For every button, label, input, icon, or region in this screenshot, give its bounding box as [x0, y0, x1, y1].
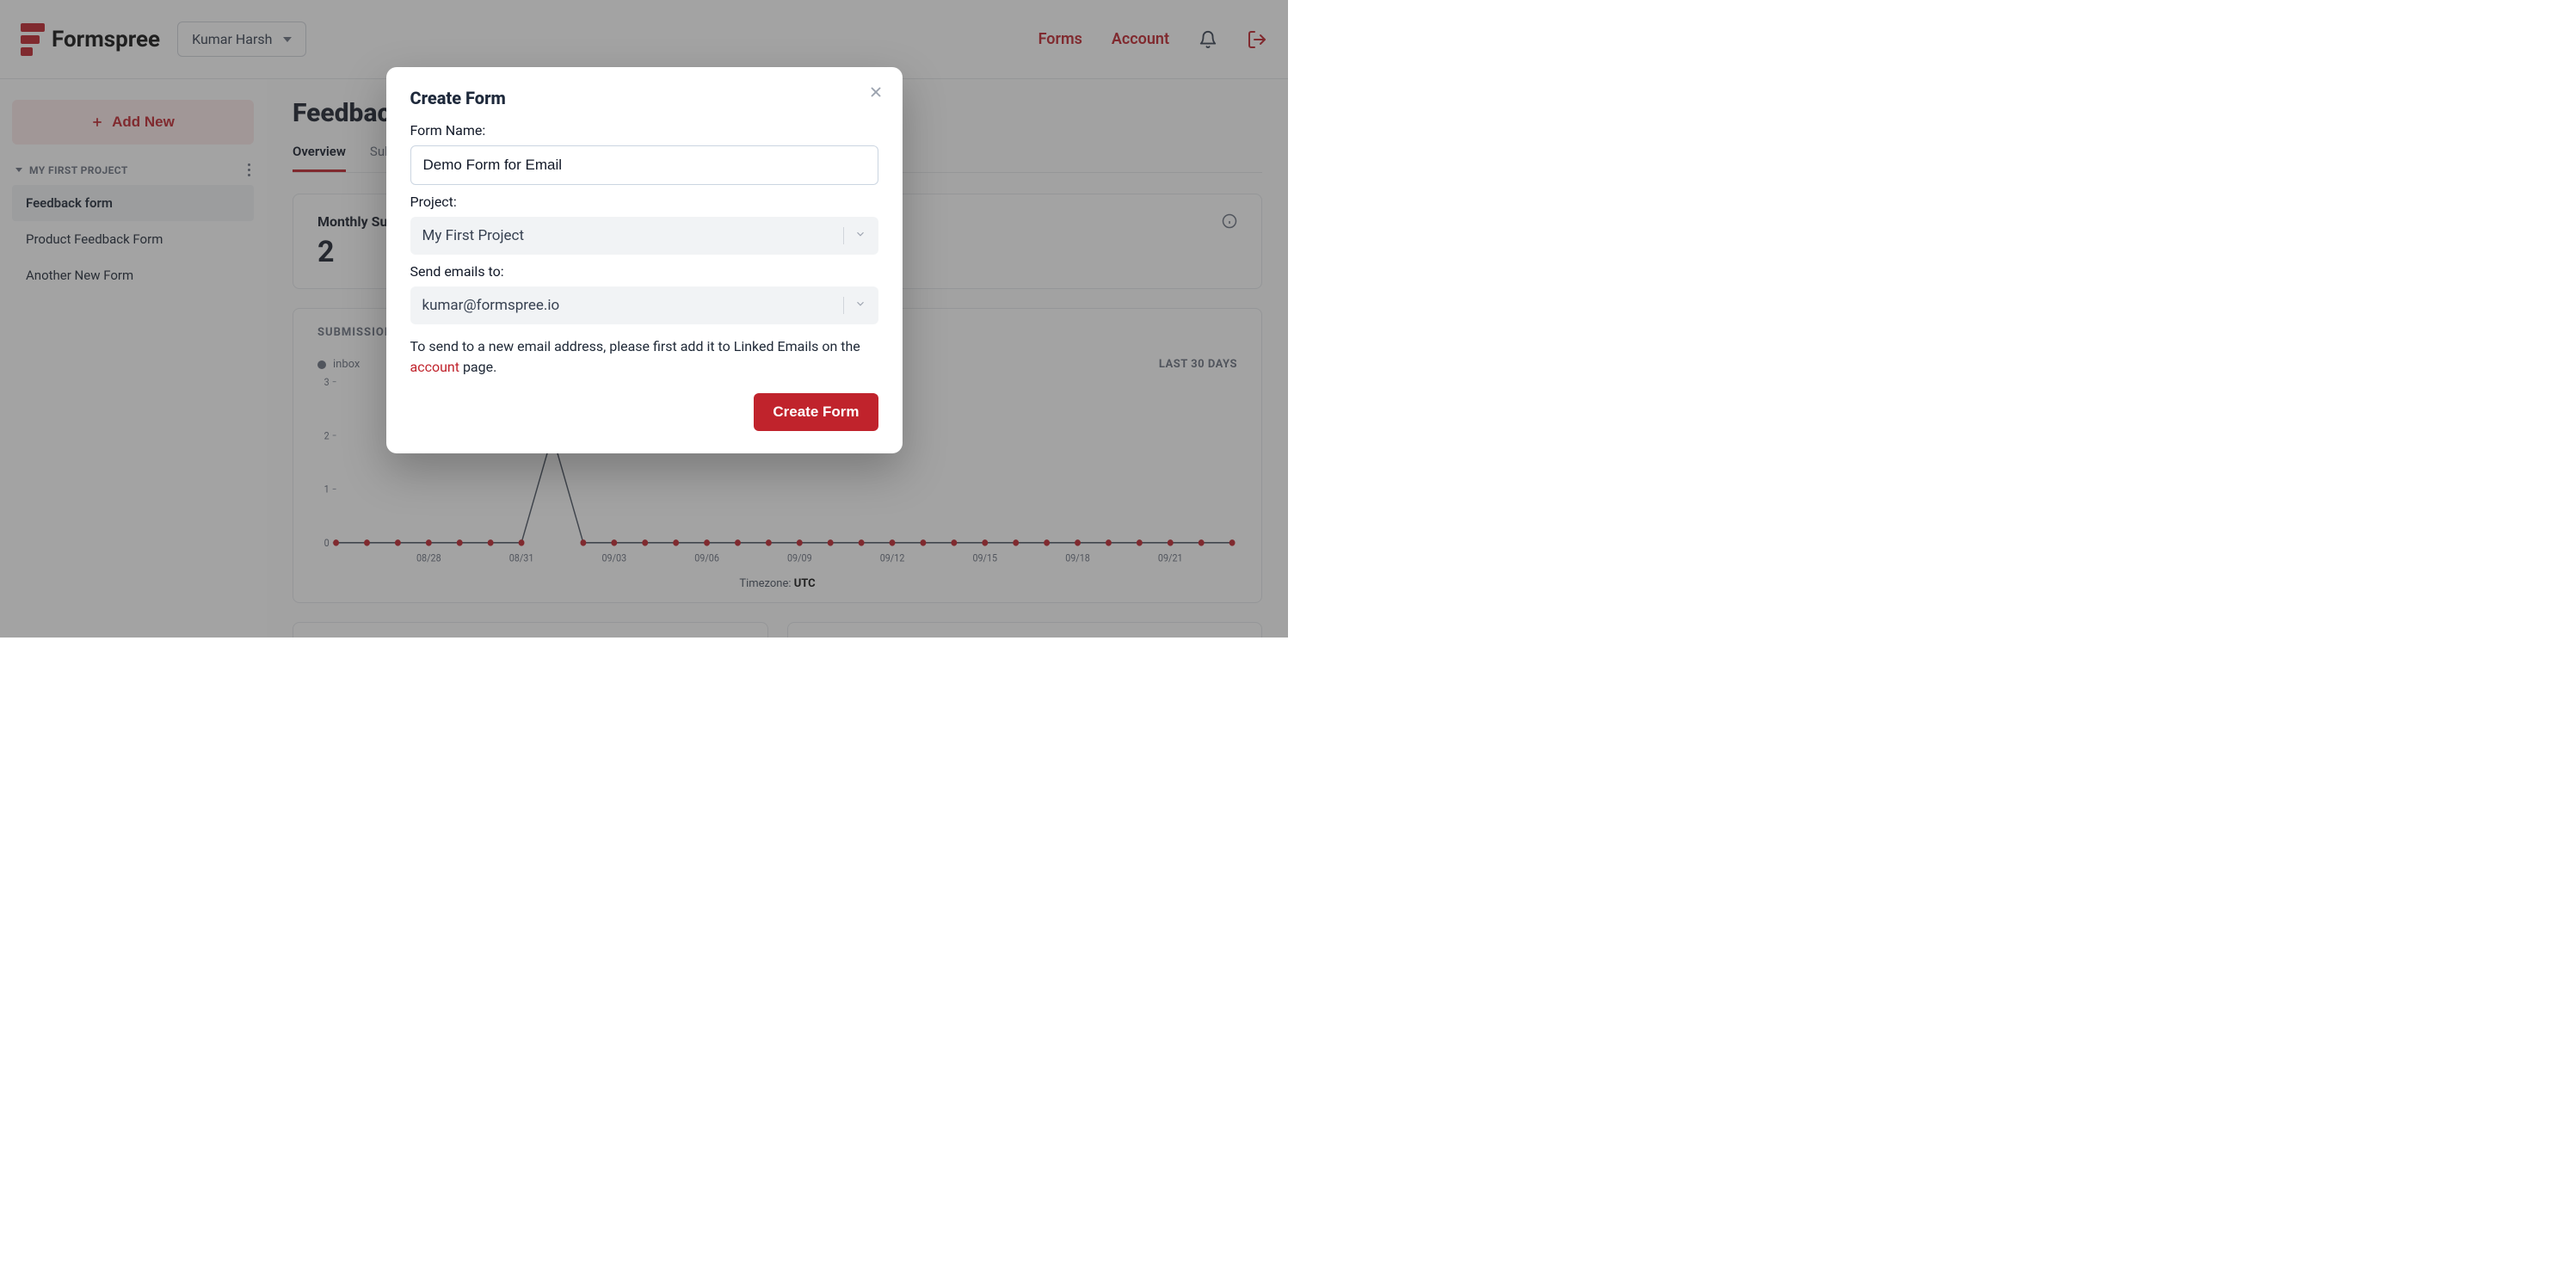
helper-text: To send to a new email address, please f… [410, 336, 878, 378]
send-to-value: kumar@formspree.io [422, 297, 560, 314]
project-label: Project: [410, 194, 878, 210]
create-form-modal: Create Form Form Name: Project: My First… [386, 67, 903, 453]
form-name-label: Form Name: [410, 122, 878, 139]
modal-overlay[interactable]: Create Form Form Name: Project: My First… [0, 0, 1288, 638]
chevron-down-icon [843, 227, 866, 244]
close-icon [868, 84, 884, 100]
send-to-label: Send emails to: [410, 263, 878, 280]
create-form-button[interactable]: Create Form [754, 393, 878, 431]
project-select[interactable]: My First Project [410, 217, 878, 255]
modal-title: Create Form [410, 88, 878, 108]
modal-close-button[interactable] [868, 84, 884, 103]
chevron-down-icon [843, 297, 866, 314]
modal-footer: Create Form [410, 393, 878, 431]
account-link[interactable]: account [410, 359, 459, 375]
send-to-select[interactable]: kumar@formspree.io [410, 286, 878, 324]
project-select-value: My First Project [422, 227, 525, 244]
form-name-input[interactable] [410, 145, 878, 185]
